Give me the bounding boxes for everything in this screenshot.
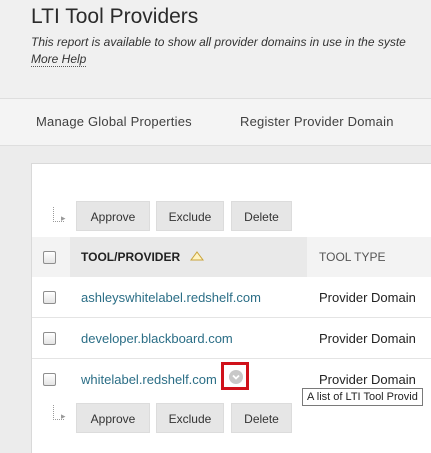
exclude-button-bottom[interactable]: Exclude <box>156 403 224 433</box>
manage-global-properties-button[interactable]: Manage Global Properties <box>36 114 192 129</box>
select-all-checkbox[interactable] <box>43 251 56 264</box>
provider-link[interactable]: whitelabel.redshelf.com <box>81 372 217 387</box>
sort-ascending-icon[interactable] <box>190 251 204 261</box>
approve-button-bottom[interactable]: Approve <box>76 403 150 433</box>
row-checkbox[interactable] <box>43 332 56 345</box>
options-menu-button[interactable] <box>221 362 249 390</box>
page-title: LTI Tool Providers <box>31 5 199 28</box>
table-header-row: TOOL/PROVIDER TOOL TYPE <box>32 237 431 277</box>
tool-type-value: Provider Domain <box>319 372 416 387</box>
provider-link[interactable]: ashleyswhitelabel.redshelf.com <box>81 290 261 305</box>
tooltip: A list of LTI Tool Provid <box>302 388 423 406</box>
tool-provider-header-label: TOOL/PROVIDER <box>81 250 181 264</box>
chevron-down-icon <box>229 370 243 384</box>
tool-type-value: Provider Domain <box>319 290 416 305</box>
tool-type-value: Provider Domain <box>319 331 416 346</box>
row-checkbox[interactable] <box>43 373 56 386</box>
row-checkbox[interactable] <box>43 291 56 304</box>
tool-type-header-label: TOOL TYPE <box>319 250 386 264</box>
provider-link[interactable]: developer.blackboard.com <box>81 331 233 346</box>
table-row: ashleyswhitelabel.redshelf.com Provider … <box>32 277 431 318</box>
register-provider-domain-button[interactable]: Register Provider Domain <box>240 114 394 129</box>
delete-button-top[interactable]: Delete <box>231 201 292 231</box>
action-bar: Manage Global Properties Register Provid… <box>0 98 431 146</box>
page-description: This report is available to show all pro… <box>31 35 406 49</box>
providers-panel: ▸ Approve Exclude Delete TOOL/PROVIDER T… <box>31 163 431 453</box>
more-help-link[interactable]: More Help <box>31 52 87 67</box>
arrow-head-icon: ▸ <box>61 213 66 223</box>
delete-button-bottom[interactable]: Delete <box>231 403 292 433</box>
arrow-head-icon: ▸ <box>61 411 66 421</box>
table-row: developer.blackboard.com Provider Domain <box>32 318 431 359</box>
exclude-button-top[interactable]: Exclude <box>156 201 224 231</box>
page-header: LTI Tool Providers This report is availa… <box>0 0 431 98</box>
approve-button-top[interactable]: Approve <box>76 201 150 231</box>
